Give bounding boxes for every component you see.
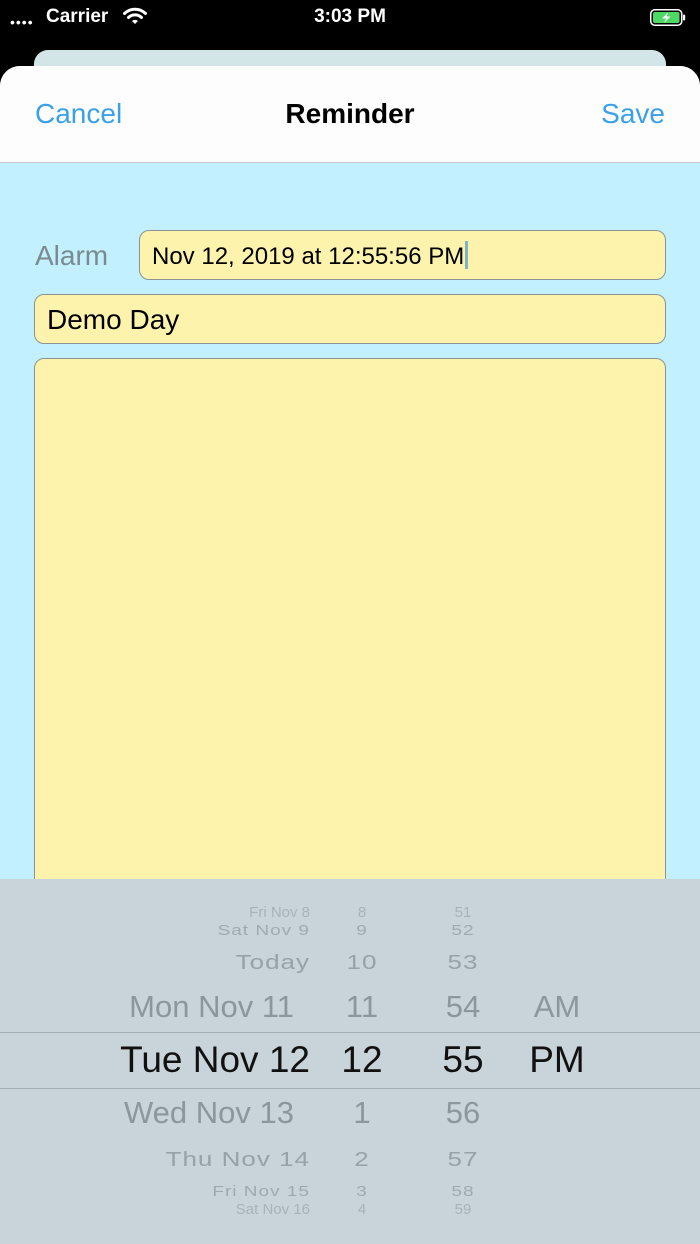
picker-date-option[interactable]: Sat Nov 16 — [40, 1202, 310, 1217]
picker-date-option[interactable]: Wed Nov 13 — [24, 1097, 294, 1128]
picker-date-option[interactable]: Fri Nov 8 — [40, 905, 310, 920]
picker-minute-option[interactable]: 54 — [418, 991, 508, 1022]
picker-hour-option[interactable]: 11 — [322, 991, 402, 1022]
picker-date-option[interactable]: Fri Nov 15 — [40, 1184, 310, 1199]
picker-date-option[interactable]: Today — [40, 952, 310, 972]
battery-charging-icon — [650, 9, 686, 26]
picker-date-option[interactable]: Sat Nov 9 — [40, 923, 310, 938]
alarm-field[interactable]: Nov 12, 2019 at 12:55:56 PM — [139, 230, 666, 280]
picker-date-option[interactable]: Mon Nov 11 — [24, 991, 294, 1022]
text-cursor — [465, 241, 469, 269]
status-bar: •••• Carrier 3:03 PM — [0, 0, 700, 40]
notes-field[interactable] — [34, 358, 666, 918]
picker-minute-option[interactable]: 59 — [418, 1202, 508, 1217]
picker-minute-option[interactable]: 52 — [418, 923, 508, 938]
title-value: Demo Day — [47, 304, 180, 335]
picker-hour-option[interactable]: 4 — [322, 1202, 402, 1217]
alarm-label: Alarm — [35, 240, 109, 271]
picker-date-option[interactable]: Tue Nov 12 — [40, 1041, 310, 1078]
picker-minute-option[interactable]: 58 — [418, 1184, 508, 1199]
title-field[interactable]: Demo Day — [34, 294, 666, 344]
navigation-bar: Cancel Reminder Save — [0, 66, 700, 163]
picker-hour-option[interactable]: 9 — [322, 923, 402, 938]
picker-minute-option[interactable]: 51 — [418, 905, 508, 920]
status-time: 3:03 PM — [314, 6, 386, 27]
page-title: Reminder — [285, 98, 415, 129]
picker-hour-option[interactable]: 10 — [322, 952, 402, 972]
picker-hour-option[interactable]: 12 — [322, 1041, 402, 1078]
picker-ampm-option[interactable]: PM — [507, 1041, 607, 1078]
picker-minute-option[interactable]: 56 — [418, 1097, 508, 1128]
picker-minute-option[interactable]: 53 — [418, 952, 508, 972]
picker-date-option[interactable]: Thu Nov 14 — [40, 1149, 310, 1169]
alarm-value: Nov 12, 2019 at 12:55:56 PM — [152, 241, 469, 271]
picker-hour-option[interactable]: 8 — [322, 905, 402, 920]
picker-hour-option[interactable]: 2 — [322, 1149, 402, 1169]
save-button[interactable]: Save — [601, 98, 665, 130]
picker-minute-option[interactable]: 55 — [418, 1041, 508, 1078]
picker-hour-option[interactable]: 1 — [322, 1097, 402, 1128]
date-picker[interactable]: Fri Nov 8 Sat Nov 9 Today Mon Nov 11 Tue Nov… — [0, 879, 700, 1244]
picker-ampm-option[interactable]: AM — [507, 991, 607, 1022]
picker-hour-option[interactable]: 3 — [322, 1184, 402, 1199]
picker-minute-option[interactable]: 57 — [418, 1149, 508, 1169]
